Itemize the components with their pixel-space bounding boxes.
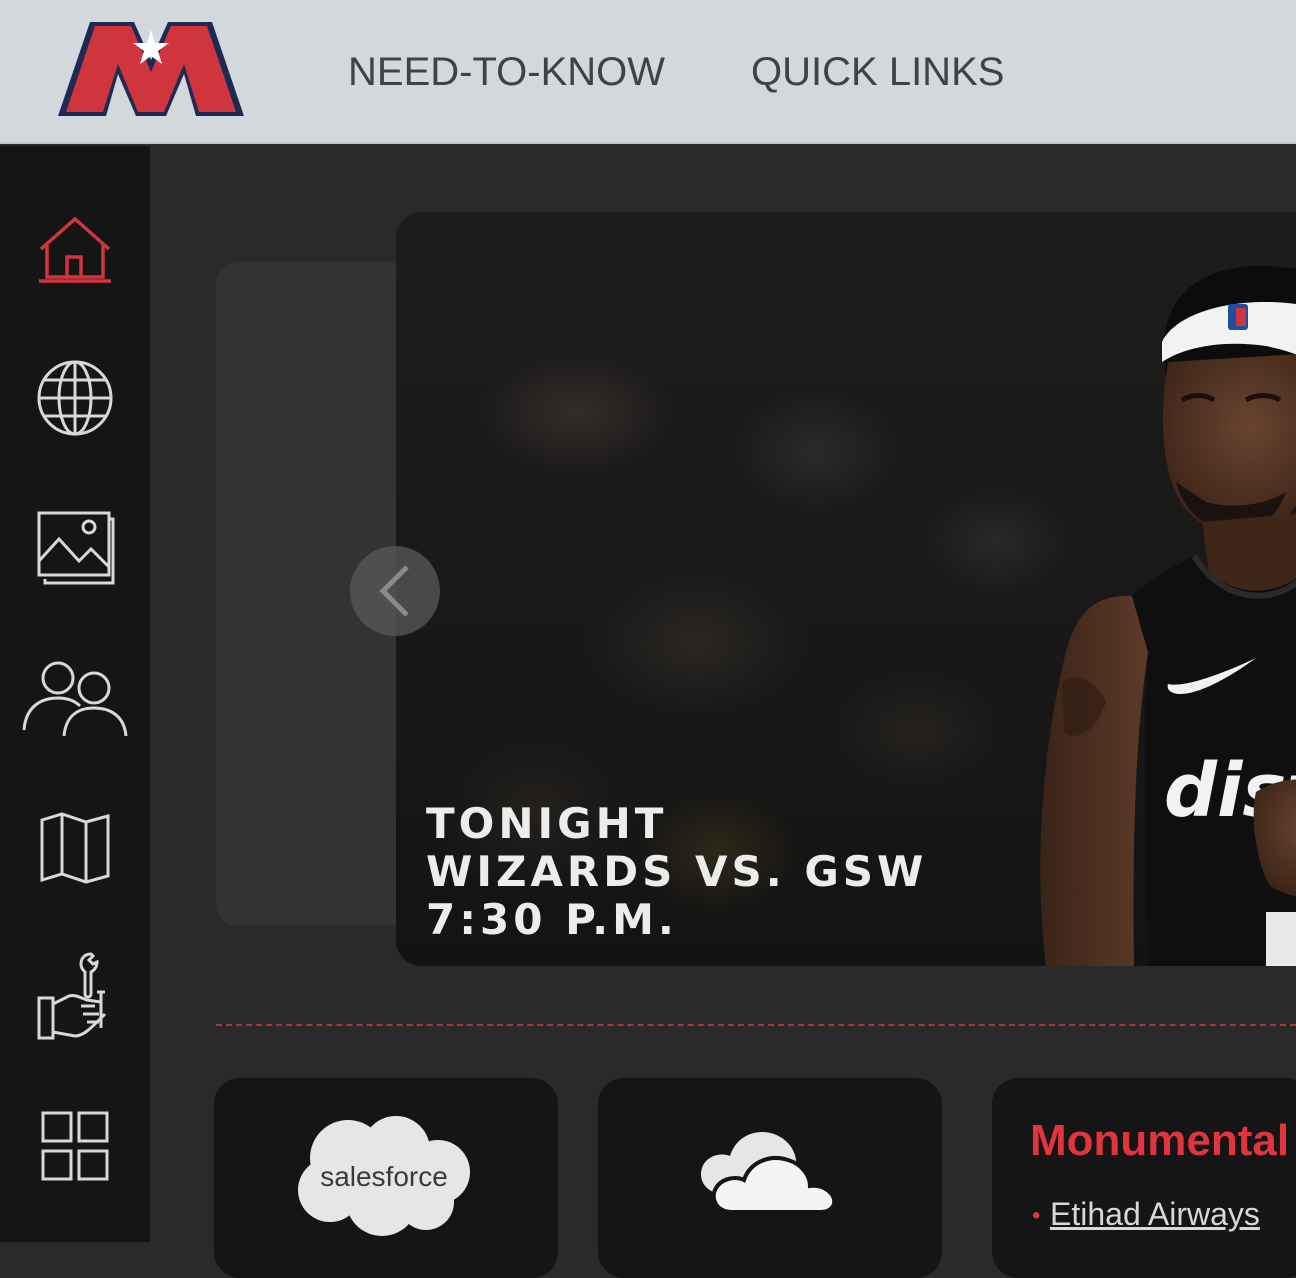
- main-content: district TONIGHT WIZARDS VS. GSW 7:30 P.…: [150, 146, 1296, 1278]
- monumental-links-tile: Monumental • Etihad Airways: [992, 1078, 1296, 1278]
- people-icon: [22, 661, 128, 737]
- monumental-title: Monumental: [1030, 1116, 1290, 1165]
- hero-carousel-slide[interactable]: district TONIGHT WIZARDS VS. GSW 7:30 P.…: [396, 212, 1296, 966]
- sidebar-item-globe[interactable]: [0, 338, 150, 458]
- sidebar-item-home[interactable]: [0, 190, 150, 310]
- monumental-logo[interactable]: [56, 16, 246, 120]
- sidebar-item-map[interactable]: [0, 788, 150, 908]
- chevron-left-icon: [379, 565, 409, 617]
- top-bar: NEED-TO-KNOW QUICK LINKS: [0, 0, 1296, 144]
- sidebar-item-apps[interactable]: [0, 1086, 150, 1206]
- hero-caption-line-1: TONIGHT: [426, 799, 668, 848]
- salesforce-logo: salesforce: [298, 1116, 470, 1236]
- hero-caption-line-2: WIZARDS VS. GSW: [426, 847, 928, 896]
- salesforce-tile[interactable]: salesforce: [214, 1078, 558, 1278]
- link-etihad-airways[interactable]: Etihad Airways: [1050, 1196, 1260, 1233]
- sidebar-item-people[interactable]: [0, 638, 150, 758]
- salesforce-label: salesforce: [320, 1161, 448, 1192]
- bullet: •: [1032, 1202, 1041, 1229]
- carousel-prev-button[interactable]: [350, 546, 440, 636]
- cloud-icon: [700, 1132, 837, 1214]
- nav-quick-links[interactable]: QUICK LINKS: [751, 50, 1004, 95]
- grid-icon: [41, 1111, 109, 1181]
- sidebar: [0, 146, 150, 1242]
- map-icon: [40, 812, 110, 884]
- home-icon: [39, 216, 111, 283]
- image-gallery-icon: [37, 511, 115, 585]
- nav-need-to-know[interactable]: NEED-TO-KNOW: [348, 50, 665, 95]
- sidebar-item-gallery[interactable]: [0, 488, 150, 608]
- player-photo: district: [1040, 265, 1296, 966]
- hero-caption-line-3: 7:30 P.M.: [426, 895, 678, 944]
- hero-caption: TONIGHT WIZARDS VS. GSW 7:30 P.M.: [426, 800, 927, 944]
- section-divider: [216, 1024, 1296, 1026]
- top-nav: NEED-TO-KNOW QUICK LINKS: [348, 50, 1004, 95]
- globe-icon: [37, 360, 113, 436]
- sidebar-item-support[interactable]: [0, 936, 150, 1056]
- onedrive-tile[interactable]: [598, 1078, 942, 1278]
- tools-hand-icon: [37, 952, 107, 1040]
